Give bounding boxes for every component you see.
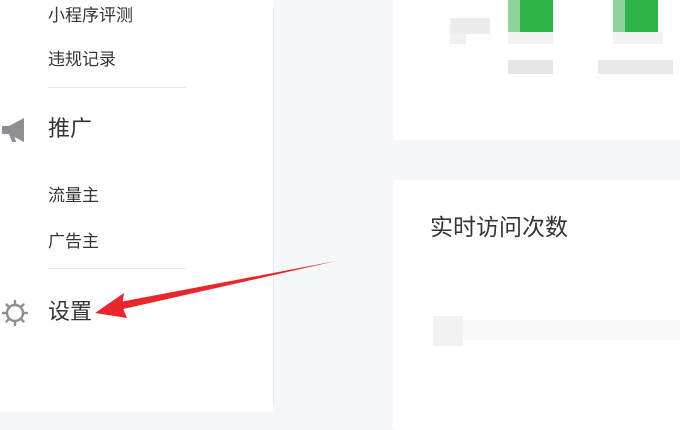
blurred-label — [598, 60, 673, 74]
sidebar-category-settings[interactable]: 设置 — [0, 296, 200, 330]
blurred-label — [508, 60, 553, 74]
sidebar-item-label: 小程序评测 — [48, 6, 133, 26]
sidebar-item-label: 违规记录 — [48, 50, 116, 70]
realtime-visits-card: 实时访问次数 — [393, 180, 680, 430]
sidebar-item-traffic-owner[interactable]: 流量主 — [48, 181, 99, 206]
gear-icon — [1, 299, 29, 327]
blurred-content — [508, 32, 553, 44]
sidebar-item-advertiser[interactable]: 广告主 — [48, 227, 99, 252]
sidebar-category-label: 推广 — [48, 117, 93, 142]
megaphone-icon — [2, 118, 24, 142]
sidebar-item-label: 广告主 — [48, 232, 99, 252]
sidebar-item-mini-program-review[interactable]: 小程序评测 — [48, 1, 133, 26]
sidebar-divider — [48, 87, 186, 88]
blurred-content — [433, 316, 463, 346]
sidebar-border — [273, 8, 274, 404]
sidebar-category-promotion[interactable]: 推广 — [0, 113, 200, 147]
green-bar-edge — [613, 0, 625, 32]
sidebar-category-label: 设置 — [48, 300, 93, 325]
blurred-content — [463, 320, 680, 340]
stats-card-top — [393, 0, 680, 140]
blurred-content — [450, 18, 490, 34]
sidebar: 小程序评测 违规记录 推广 流量主 广告主 设置 — [0, 0, 273, 412]
sidebar-divider — [48, 268, 186, 269]
green-bar-edge — [508, 0, 520, 32]
sidebar-item-violation-records[interactable]: 违规记录 — [48, 45, 116, 70]
blurred-content — [450, 34, 466, 44]
card-title: 实时访问次数 — [430, 215, 568, 241]
blurred-content — [613, 32, 663, 44]
sidebar-item-label: 流量主 — [48, 186, 99, 206]
